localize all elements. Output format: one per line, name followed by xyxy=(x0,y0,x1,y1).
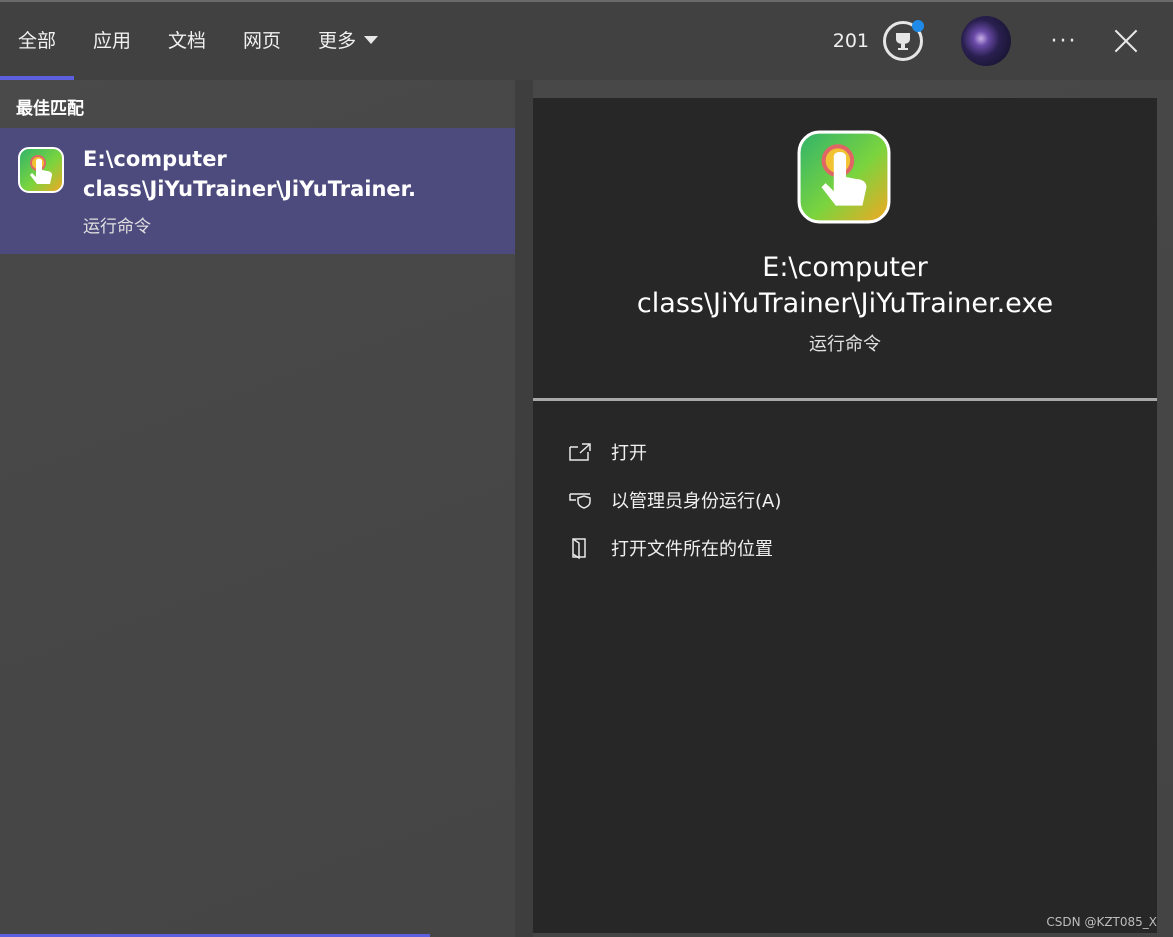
shield-icon xyxy=(567,487,593,513)
watermark: CSDN @KZT085_X xyxy=(1046,915,1157,929)
tab-documents[interactable]: 文档 xyxy=(168,2,206,80)
run-as-admin-label: 以管理员身份运行(A) xyxy=(611,491,782,512)
run-as-admin-action[interactable]: 以管理员身份运行(A) xyxy=(567,476,781,524)
jiyutrainer-large-icon xyxy=(797,130,891,224)
more-options-button[interactable]: ··· xyxy=(1049,29,1079,54)
trophy-glyph xyxy=(896,33,910,50)
folder-icon xyxy=(567,535,593,561)
results-pane: 最佳匹配 E:\computer class\JiYuTrainer\JiYuT… xyxy=(0,80,515,937)
tab-web-label: 网页 xyxy=(243,30,282,52)
top-bar: 全部 应用 文档 网页 更多 201 ··· xyxy=(0,0,1173,80)
avatar[interactable] xyxy=(961,16,1011,66)
pane-divider xyxy=(515,80,533,937)
jiyutrainer-app-icon xyxy=(18,147,64,193)
result-title: E:\computer class\JiYuTrainer\JiYuTraine… xyxy=(83,147,417,201)
rewards-points[interactable]: 201 xyxy=(833,30,869,52)
detail-divider xyxy=(533,398,1157,401)
tab-apps[interactable]: 应用 xyxy=(93,2,131,80)
tab-web[interactable]: 网页 xyxy=(243,2,281,80)
best-match-result[interactable]: E:\computer class\JiYuTrainer\JiYuTraine… xyxy=(0,128,515,254)
detail-title: E:\computer class\JiYuTrainer\JiYuTraine… xyxy=(636,252,1054,319)
detail-subtitle: 运行命令 xyxy=(809,334,881,355)
detail-pane: E:\computer class\JiYuTrainer\JiYuTraine… xyxy=(533,98,1157,933)
action-list: 打开 以管理员身份运行(A) 打开文件所在的位置 xyxy=(567,428,781,572)
tab-bar: 全部 应用 文档 网页 更多 xyxy=(0,2,415,80)
search-window: 全部 应用 文档 网页 更多 201 ··· 最佳匹配 E:\computer … xyxy=(0,0,1173,937)
open-file-location-label: 打开文件所在的位置 xyxy=(611,539,773,560)
tab-more[interactable]: 更多 xyxy=(318,2,379,80)
open-file-location-action[interactable]: 打开文件所在的位置 xyxy=(567,524,781,572)
open-icon xyxy=(567,439,593,465)
open-action-label: 打开 xyxy=(611,443,647,464)
tab-documents-label: 文档 xyxy=(168,30,207,52)
tab-apps-label: 应用 xyxy=(93,30,132,52)
best-match-heading: 最佳匹配 xyxy=(16,99,84,119)
tab-all-label: 全部 xyxy=(18,30,57,52)
tab-more-label: 更多 xyxy=(318,30,357,52)
open-action[interactable]: 打开 xyxy=(567,428,781,476)
header-controls: 201 ··· xyxy=(833,2,1173,80)
close-icon[interactable] xyxy=(1113,28,1139,54)
tab-all[interactable]: 全部 xyxy=(0,2,75,80)
notification-dot xyxy=(912,20,924,32)
chevron-down-icon xyxy=(364,35,379,44)
result-subtitle: 运行命令 xyxy=(83,217,151,237)
trophy-icon[interactable] xyxy=(883,20,924,61)
